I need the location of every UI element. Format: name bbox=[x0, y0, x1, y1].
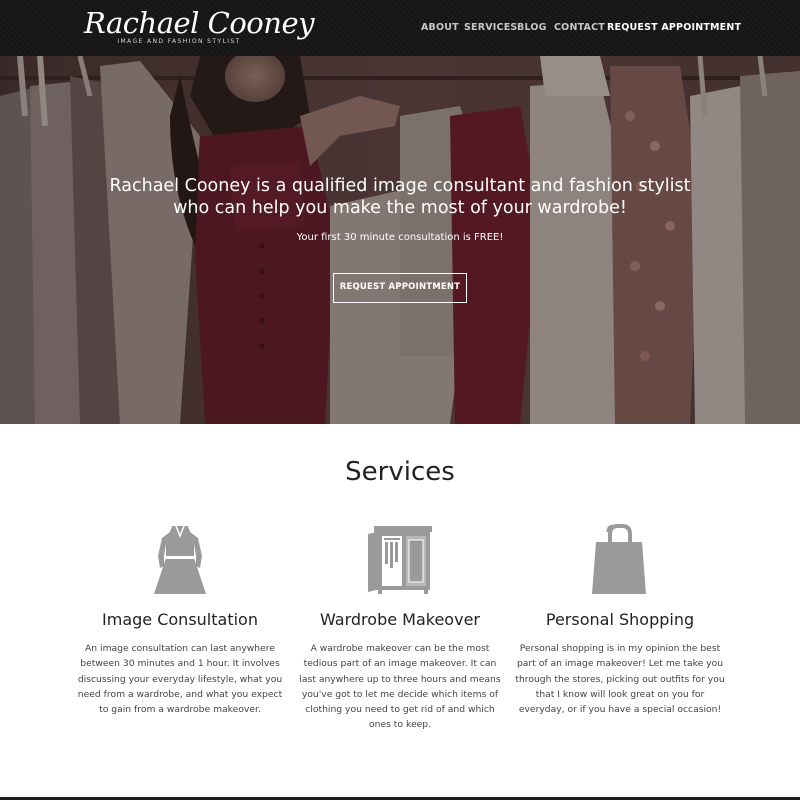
shopping-bag-icon bbox=[592, 524, 646, 594]
nav-contact[interactable]: CONTACT bbox=[554, 21, 605, 35]
hero-banner: Rachael Cooney is a qualified image cons… bbox=[0, 56, 800, 424]
logo-tagline: IMAGE AND FASHION STYLIST bbox=[117, 38, 241, 45]
dress-icon bbox=[154, 525, 206, 594]
nav-blog[interactable]: BLOG bbox=[517, 21, 547, 35]
hero-headline: Rachael Cooney is a qualified image cons… bbox=[109, 176, 691, 218]
nav-request-appointment[interactable]: REQUEST APPOINTMENT bbox=[607, 21, 741, 35]
request-appointment-button[interactable]: REQUEST APPOINTMENT bbox=[333, 273, 467, 303]
service-title: Personal Shopping bbox=[545, 610, 695, 629]
hero-subtitle: Your first 30 minute consultation is FRE… bbox=[296, 232, 504, 243]
site-header: Rachael Cooney IMAGE AND FASHION STYLIST… bbox=[0, 0, 800, 56]
nav-about[interactable]: ABOUT bbox=[421, 21, 459, 35]
service-title: Image Consultation bbox=[102, 610, 258, 629]
service-description: A wardrobe makeover can be the most tedi… bbox=[299, 643, 501, 731]
service-description: An image consultation can last anywhere … bbox=[77, 643, 283, 716]
services-heading: Services bbox=[345, 457, 455, 487]
service-title: Wardrobe Makeover bbox=[320, 610, 480, 629]
main-nav: ABOUT SERVICES BLOG CONTACT REQUEST APPO… bbox=[0, 21, 800, 35]
nav-services[interactable]: SERVICES bbox=[464, 21, 517, 35]
wardrobe-icon bbox=[368, 526, 432, 594]
service-description: Personal shopping is in my opinion the b… bbox=[515, 643, 725, 716]
